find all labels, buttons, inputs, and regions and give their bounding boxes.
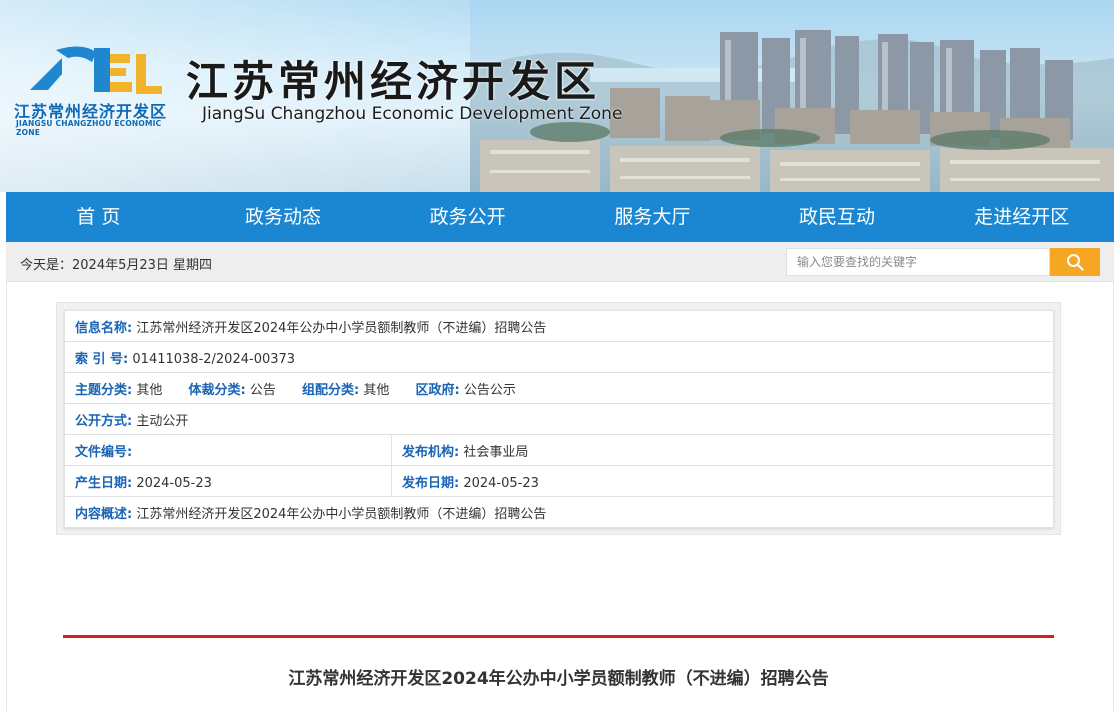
topic-value: 其他: [136, 382, 163, 398]
nav-item-gov-disclosure[interactable]: 政务公开: [375, 192, 560, 242]
gov-label: 区政府:: [415, 382, 460, 398]
meta-row-summary: 内容概述: 江苏常州经济开发区2024年公办中小学员额制教师（不进编）招聘公告: [64, 496, 1054, 528]
today-date: 今天是：2024年5月23日 星期四: [20, 258, 213, 273]
nav-item-service-hall[interactable]: 服务大厅: [560, 192, 745, 242]
index-label: 索 引 号:: [75, 351, 129, 367]
meta-row-info-name: 信息名称: 江苏常州经济开发区2024年公办中小学员额制教师（不进编）招聘公告: [64, 310, 1054, 342]
created-date-value: 2024-05-23: [136, 475, 212, 491]
info-name-value: 江苏常州经济开发区2024年公办中小学员额制教师（不进编）招聘公告: [136, 320, 547, 336]
info-metadata-table: 信息名称: 江苏常州经济开发区2024年公办中小学员额制教师（不进编）招聘公告 …: [64, 310, 1054, 528]
org-label: 组配分类:: [302, 382, 360, 398]
logo-mark-icon: [30, 46, 162, 94]
published-date-label: 发布日期:: [402, 475, 460, 491]
created-date-label: 产生日期:: [75, 475, 133, 491]
summary-value: 江苏常州经济开发区2024年公办中小学员额制教师（不进编）招聘公告: [136, 506, 547, 522]
info-name-label: 信息名称:: [75, 320, 133, 336]
info-bar: 今天是：2024年5月23日 星期四: [6, 242, 1114, 282]
published-date-value: 2024-05-23: [463, 475, 539, 491]
site-title: 江苏常州经济开发区: [186, 57, 601, 106]
nav-item-home[interactable]: 首 页: [6, 192, 191, 242]
genre-value: 公告: [249, 382, 276, 398]
summary-label: 内容概述:: [75, 506, 133, 522]
search-button[interactable]: [1050, 248, 1100, 276]
search-icon: [1067, 254, 1084, 271]
publisher-value: 社会事业局: [463, 444, 529, 460]
nav-item-gov-news[interactable]: 政务动态: [191, 192, 376, 242]
open-method-value: 主动公开: [136, 413, 189, 429]
logo-caption-en: JIANGSU CHANGZHOU ECONOMIC ZONE: [16, 119, 162, 137]
doc-number-label: 文件编号:: [75, 444, 133, 460]
gov-value: 公告公示: [463, 382, 516, 398]
info-metadata-panel: 信息名称: 江苏常州经济开发区2024年公办中小学员额制教师（不进编）招聘公告 …: [56, 302, 1061, 535]
article-divider: [63, 635, 1054, 638]
article-title: 江苏常州经济开发区2024年公办中小学员额制教师（不进编）招聘公告: [288, 669, 829, 689]
main-nav: 首 页 政务动态 政务公开 服务大厅 政民互动 走进经开区: [6, 192, 1114, 242]
meta-row-categories: 主题分类: 其他 体裁分类: 公告 组配分类: 其他 区政府: 公告公示: [64, 372, 1054, 404]
meta-row-index: 索 引 号: 01411038-2/2024-00373: [64, 341, 1054, 373]
topic-label: 主题分类:: [75, 382, 133, 398]
genre-label: 体裁分类:: [188, 382, 246, 398]
publisher-label: 发布机构:: [402, 444, 460, 460]
meta-row-doc-publisher: 文件编号: 发布机构: 社会事业局: [64, 434, 1054, 466]
header-banner: 江苏常州经济开发区 JIANGSU CHANGZHOU ECONOMIC ZON…: [0, 0, 1114, 192]
open-method-label: 公开方式:: [75, 413, 133, 429]
search-input[interactable]: [786, 248, 1050, 276]
nav-item-about-zone[interactable]: 走进经开区: [929, 192, 1114, 242]
org-value: 其他: [363, 382, 390, 398]
site-logo[interactable]: 江苏常州经济开发区 JIANGSU CHANGZHOU ECONOMIC ZON…: [14, 40, 179, 137]
site-subtitle-en: JiangSu Changzhou Economic Development Z…: [202, 104, 623, 124]
meta-row-dates: 产生日期: 2024-05-23 发布日期: 2024-05-23: [64, 465, 1054, 497]
index-value: 01411038-2/2024-00373: [132, 351, 296, 367]
meta-row-open-method: 公开方式: 主动公开: [64, 403, 1054, 435]
content-frame-left: [6, 282, 7, 711]
nav-item-interaction[interactable]: 政民互动: [745, 192, 930, 242]
